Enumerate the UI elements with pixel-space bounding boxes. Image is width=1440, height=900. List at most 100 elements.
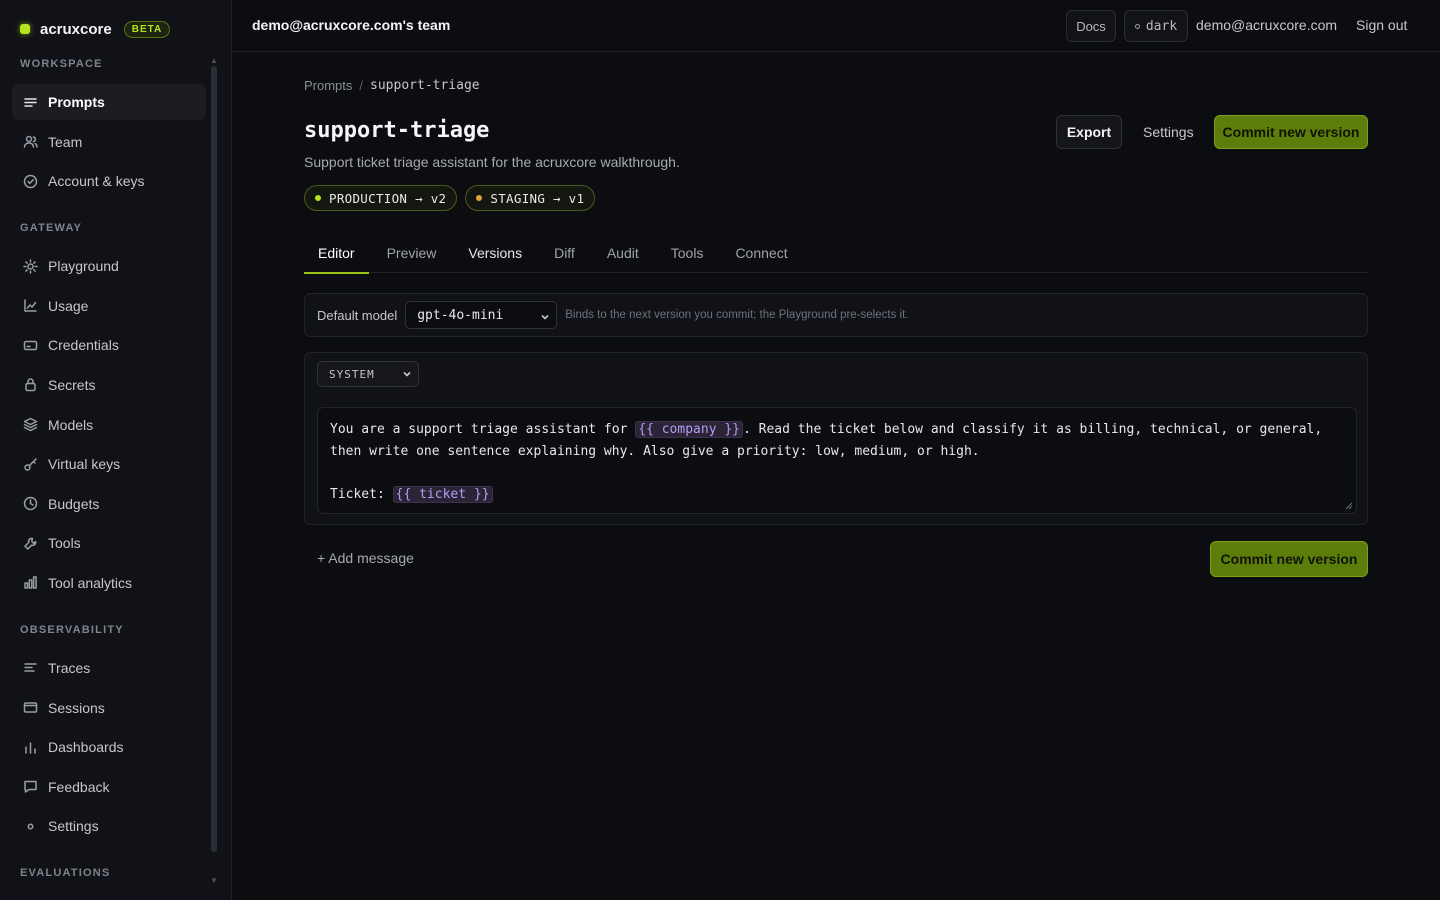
role-value: SYSTEM — [329, 367, 375, 381]
default-model-value: gpt-4o-mini — [417, 307, 504, 323]
template-variable: {{ company }} — [635, 421, 743, 438]
default-model-panel: Default model gpt-4o-mini Binds to the n… — [304, 293, 1368, 337]
tab-preview[interactable]: Preview — [373, 232, 451, 273]
sidebar-item-label: Team — [48, 133, 83, 150]
default-model-select[interactable]: gpt-4o-mini — [405, 301, 558, 329]
scroll-down-icon[interactable]: ▼ — [209, 876, 219, 885]
sidebar-item-credentials[interactable]: Credentials — [12, 327, 206, 363]
environment-badge-label: STAGING → v1 — [490, 190, 585, 206]
breadcrumb-current: support-triage — [370, 78, 480, 93]
clock-icon — [22, 496, 38, 512]
brand-name: acruxcore — [40, 20, 112, 38]
tab-versions[interactable]: Versions — [454, 232, 536, 273]
commit-version-button[interactable]: Commit new version — [1214, 115, 1368, 149]
sidebar-item-playground[interactable]: Playground — [12, 248, 206, 284]
sidebar-item-usage[interactable]: Usage — [12, 288, 206, 324]
brand[interactable]: acruxcore BETA — [20, 18, 171, 40]
breadcrumb-prompts-link[interactable]: Prompts — [304, 78, 352, 93]
sidebar-section-observability: OBSERVABILITY — [20, 623, 124, 636]
topbar: demo@acruxcore.com's team Docs dark demo… — [232, 0, 1440, 52]
environment-badge[interactable]: STAGING → v1 — [465, 185, 596, 211]
template-variable: {{ ticket }} — [392, 485, 493, 503]
add-message-button[interactable]: + Add message — [317, 550, 414, 566]
sidebar-item-budgets[interactable]: Budgets — [12, 486, 206, 522]
brand-logo-icon — [20, 24, 30, 34]
sidebar-item-account-keys[interactable]: Account & keys — [12, 163, 206, 199]
role-select[interactable]: SYSTEM — [317, 361, 419, 387]
sidebar-item-label: Usage — [48, 297, 89, 314]
docs-button[interactable]: Docs — [1066, 10, 1116, 42]
sidebar-item-label: Secrets — [48, 376, 96, 393]
sidebar-item-label: Virtual keys — [48, 456, 121, 473]
prompt-description: Support ticket triage assistant for the … — [304, 154, 680, 170]
sidebar: acruxcore BETA WORKSPACE Prompts Team Accou… — [0, 0, 232, 900]
theme-icon — [1134, 23, 1140, 29]
theme-toggle[interactable]: dark — [1124, 10, 1188, 42]
lines-icon — [22, 94, 38, 110]
chevron-down-icon — [402, 369, 412, 379]
team-name[interactable]: demo@acruxcore.com's team — [252, 17, 450, 33]
key-icon — [22, 456, 38, 472]
sun-icon — [22, 258, 38, 274]
sidebar-item-settings[interactable]: Settings — [12, 808, 206, 844]
user-email: demo@acruxcore.com — [1196, 17, 1338, 33]
sidebar-nav: WORKSPACE Prompts Team Account & keys GATEWA… — [0, 50, 212, 900]
message-icon — [22, 779, 38, 795]
sidebar-item-secrets[interactable]: Secrets — [12, 367, 206, 403]
sidebar-item-feedback[interactable]: Feedback — [12, 769, 206, 805]
breadcrumb: Prompts / support-triage — [304, 78, 480, 93]
sidebar-item-label: Feedback — [48, 778, 110, 795]
tab-audit[interactable]: Audit — [593, 232, 653, 273]
traces-icon — [22, 660, 38, 676]
sidebar-item-prompts[interactable]: Prompts — [12, 84, 206, 120]
resize-handle-icon[interactable] — [1345, 502, 1353, 510]
sidebar-item-dashboards[interactable]: Dashboards — [12, 729, 206, 765]
sidebar-item-label: Settings — [48, 818, 99, 835]
sidebar-item-label: Tools — [48, 535, 81, 552]
sidebar-item-models[interactable]: Models — [12, 407, 206, 443]
default-model-hint: Binds to the next version you commit; th… — [565, 309, 909, 321]
environment-labels: PRODUCTION → v2 STAGING → v1 — [304, 185, 603, 211]
tab-bar: Editor Preview Versions Diff Audit Tools Conne… — [304, 232, 1368, 274]
scroll-up-icon[interactable]: ▲ — [209, 56, 219, 65]
environment-badge[interactable]: PRODUCTION → v2 — [304, 185, 458, 211]
sidebar-item-label: Playground — [48, 258, 119, 275]
page-title: support-triage — [304, 118, 490, 143]
breadcrumb-separator: / — [359, 78, 364, 93]
sidebar-item-label: Account & keys — [48, 173, 145, 190]
message-textarea[interactable]: You are a support triage assistant for {… — [317, 407, 1357, 514]
layers-icon — [22, 417, 38, 433]
export-button[interactable]: Export — [1056, 115, 1122, 149]
users-icon — [22, 134, 38, 150]
sidebar-item-virtual-keys[interactable]: Virtual keys — [12, 446, 206, 482]
chevron-down-icon — [540, 310, 550, 320]
message-line: Ticket: {{ ticket }} — [330, 484, 1344, 506]
sidebar-item-tool-analytics[interactable]: Tool analytics — [12, 565, 206, 601]
theme-label: dark — [1145, 18, 1178, 34]
sidebar-scrollbar[interactable] — [211, 66, 217, 852]
tab-tools[interactable]: Tools — [657, 232, 718, 273]
sidebar-item-tools[interactable]: Tools — [12, 525, 206, 561]
wrench-icon — [22, 535, 38, 551]
message-line: You are a support triage assistant for {… — [330, 421, 1323, 438]
beta-badge: BETA — [123, 20, 171, 38]
dot-icon — [22, 818, 38, 834]
tab-diff[interactable]: Diff — [540, 232, 589, 273]
tab-editor[interactable]: Editor — [304, 232, 369, 274]
settings-button[interactable]: Settings — [1143, 124, 1194, 140]
environment-badge-label: PRODUCTION → v2 — [329, 190, 447, 206]
lock-icon — [22, 377, 38, 393]
line-chart-icon — [22, 298, 38, 314]
bar-chart-icon — [22, 575, 38, 591]
sidebar-item-team[interactable]: Team — [12, 124, 206, 160]
status-dot-icon — [315, 195, 321, 201]
status-dot-icon — [476, 195, 483, 201]
sign-out-link[interactable]: Sign out — [1356, 17, 1407, 33]
sidebar-item-label: Traces — [48, 659, 91, 676]
tab-connect[interactable]: Connect — [721, 232, 801, 273]
sidebar-item-traces[interactable]: Traces — [12, 650, 206, 686]
sidebar-section-gateway: GATEWAY — [20, 222, 83, 235]
commit-version-button-bottom[interactable]: Commit new version — [1210, 541, 1368, 577]
sidebar-item-sessions[interactable]: Sessions — [12, 690, 206, 726]
message-line — [330, 462, 1344, 484]
